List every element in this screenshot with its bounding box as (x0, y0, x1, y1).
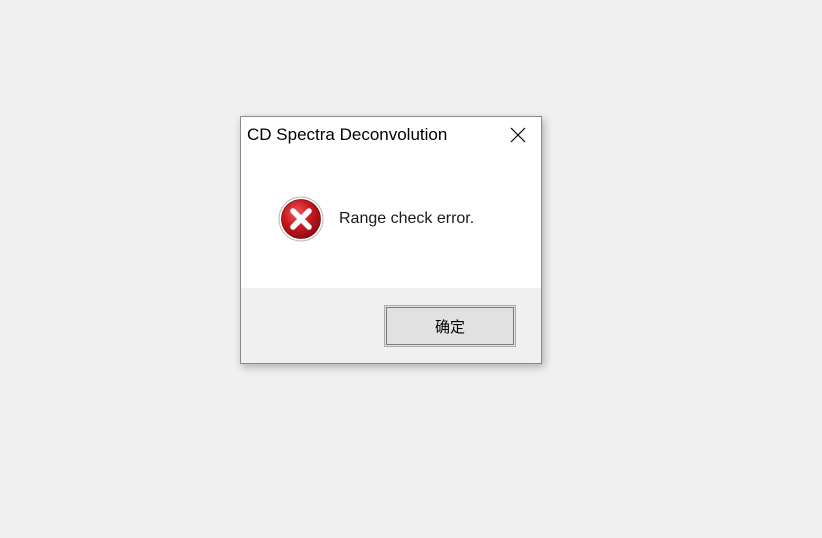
error-message: Range check error. (339, 210, 475, 227)
error-icon (278, 196, 324, 242)
title-bar[interactable]: CD Spectra Deconvolution (241, 117, 541, 155)
close-button[interactable] (495, 117, 541, 153)
close-icon (510, 127, 526, 143)
dialog-footer: 确定 (241, 288, 541, 363)
ok-button[interactable]: 确定 (384, 305, 516, 347)
message-dialog: CD Spectra Deconvolution Range check err… (240, 116, 542, 364)
dialog-title: CD Spectra Deconvolution (247, 125, 448, 144)
dialog-content: Range check error. (241, 155, 541, 288)
